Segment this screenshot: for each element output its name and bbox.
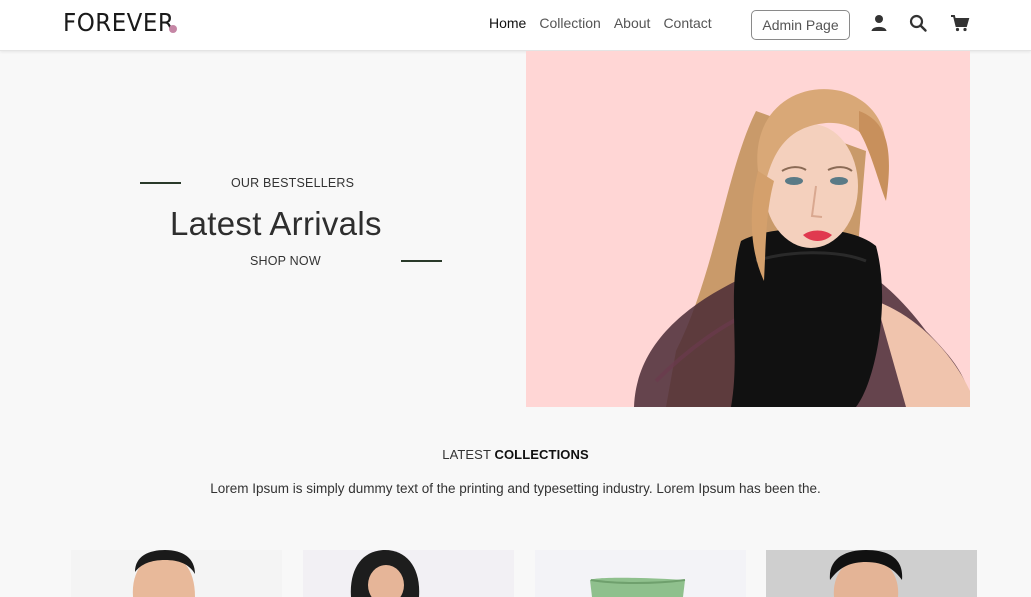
cta-divider — [401, 260, 442, 262]
product-card-2[interactable] — [303, 550, 514, 597]
product-card-3[interactable] — [535, 550, 746, 597]
hero-image — [526, 51, 970, 407]
cart-icon[interactable] — [950, 13, 970, 33]
shop-now-link[interactable]: SHOP NOW — [250, 254, 321, 268]
product-image-1 — [71, 550, 282, 597]
hero-model-illustration — [526, 51, 970, 407]
brand-logo-dot — [169, 25, 177, 33]
admin-page-button[interactable]: Admin Page — [751, 10, 850, 40]
hero-title: Latest Arrivals — [170, 205, 382, 242]
collections-description: Lorem Ipsum is simply dummy text of the … — [210, 481, 821, 496]
collections-title: LATEST COLLECTIONS — [0, 447, 1031, 462]
eyebrow-divider — [140, 182, 181, 184]
product-image-3 — [535, 550, 746, 597]
product-card-4[interactable] — [766, 550, 977, 597]
user-icon[interactable] — [869, 13, 889, 33]
product-image-2 — [303, 550, 514, 597]
product-card-1[interactable] — [71, 550, 282, 597]
nav-link-home[interactable]: Home — [489, 15, 526, 31]
nav-link-collection[interactable]: Collection — [539, 15, 600, 31]
hero-eyebrow: OUR BESTSELLERS — [231, 176, 355, 190]
nav-link-contact[interactable]: Contact — [663, 15, 711, 31]
collections-title-light: LATEST — [442, 447, 491, 462]
search-icon[interactable] — [908, 13, 928, 33]
hero-text-panel: OUR BESTSELLERS Latest Arrivals SHOP NOW — [0, 51, 526, 407]
collections-title-bold: COLLECTIONS — [494, 447, 589, 462]
brand-logo[interactable]: FOREVER — [63, 8, 174, 37]
nav-link-about[interactable]: About — [614, 15, 651, 31]
product-image-4 — [766, 550, 977, 597]
navbar: FOREVER Home Collection About Contact Ad… — [0, 0, 1031, 51]
main-nav: Home Collection About Contact — [489, 15, 725, 31]
